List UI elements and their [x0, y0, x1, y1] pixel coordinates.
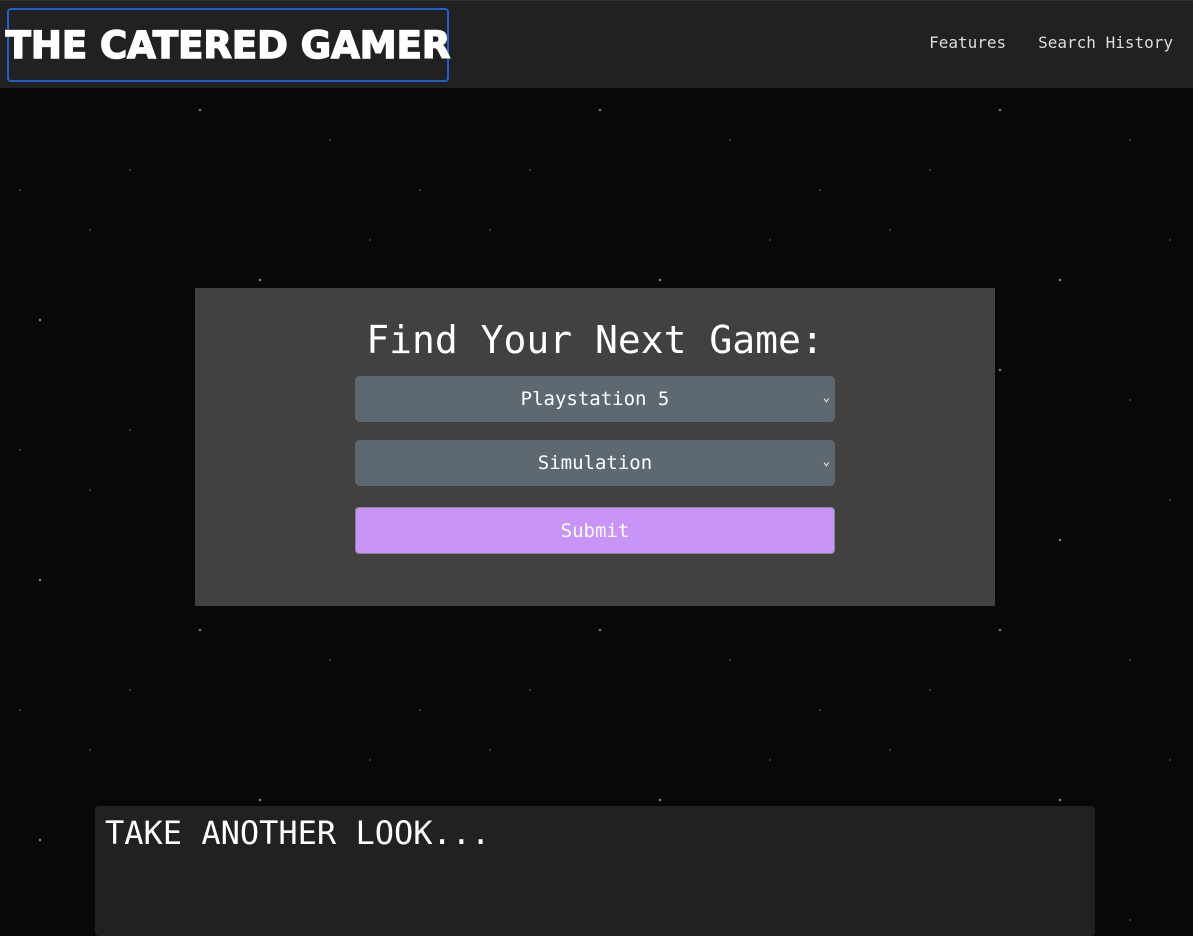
search-form-card: Find Your Next Game: Playstation 5 ⌄ Sim… [195, 288, 995, 606]
take-another-look-section: TAKE ANOTHER LOOK... [95, 806, 1095, 936]
genre-select[interactable]: Simulation ⌄ [355, 440, 835, 486]
section-title: TAKE ANOTHER LOOK... [105, 814, 491, 852]
genre-select-value: Simulation [537, 452, 653, 474]
platform-select[interactable]: Playstation 5 ⌄ [355, 376, 835, 422]
nav-link-search-history[interactable]: Search History [1038, 33, 1173, 52]
navbar: THE CATERED GAMER Features Search Histor… [0, 0, 1193, 88]
chevron-down-icon: ⌄ [822, 390, 830, 404]
submit-button[interactable]: Submit [355, 507, 835, 554]
form-title: Find Your Next Game: [366, 318, 824, 362]
nav-links: Features Search History [929, 33, 1173, 52]
chevron-down-icon: ⌄ [822, 454, 830, 468]
brand-logo[interactable]: THE CATERED GAMER [5, 8, 451, 82]
nav-link-features[interactable]: Features [929, 33, 1006, 52]
platform-select-value: Playstation 5 [520, 388, 670, 410]
